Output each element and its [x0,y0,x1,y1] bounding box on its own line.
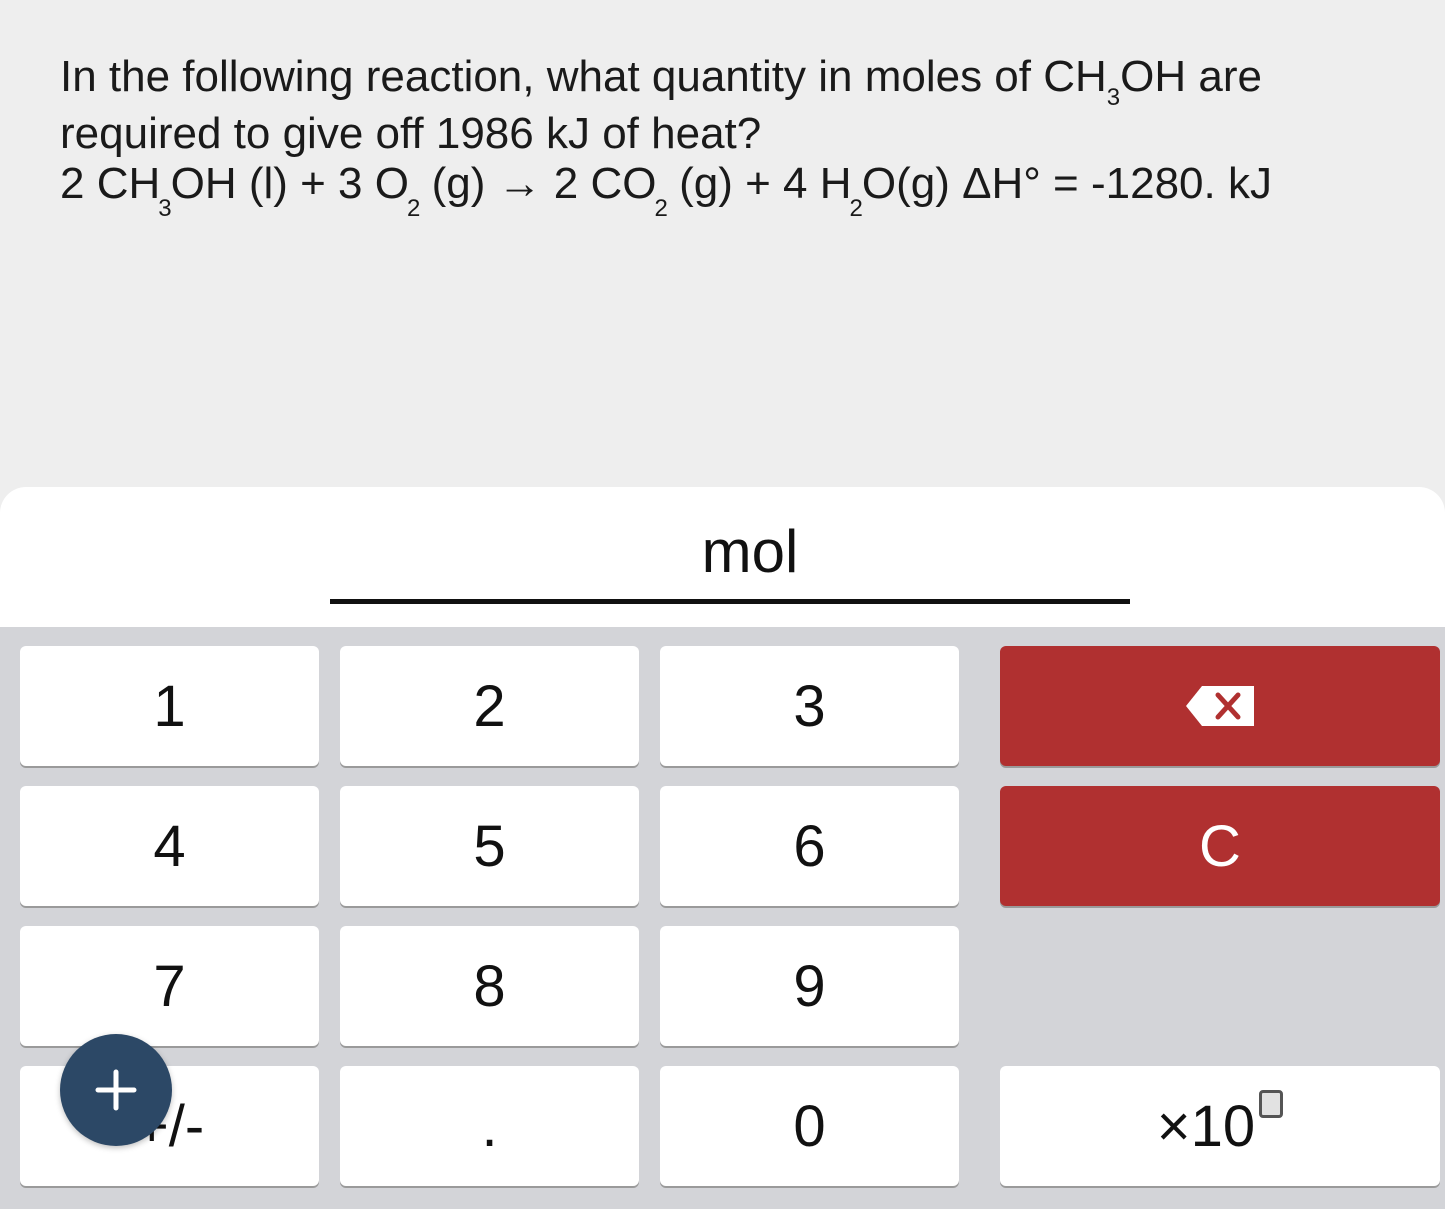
eq-part-5: O(g) ΔH° = -1280. kJ [861,159,1272,208]
eq-part-3: (g) → 2 CO [419,159,657,208]
question-text-part1: In the following reaction, what quantity… [60,52,1107,101]
question-line-1: In the following reaction, what quantity… [60,52,1400,111]
exponent-placeholder-icon [1259,1090,1284,1118]
clear-button[interactable]: C [1000,786,1440,906]
eq-sub-2: 2 [406,195,421,222]
unit-label: mol [701,518,799,585]
key-0[interactable]: 0 [660,1066,959,1186]
key-9[interactable]: 9 [660,926,959,1046]
eq-part-2: OH (l) + 3 O [170,159,409,208]
key-1[interactable]: 1 [20,646,319,766]
key-5[interactable]: 5 [340,786,639,906]
subscript-3: 3 [1106,84,1121,111]
question-text: In the following reaction, what quantity… [60,52,1400,222]
key-2[interactable]: 2 [340,646,639,766]
plus-icon [95,1069,137,1111]
keypad: 1 2 3 4 5 6 C 7 8 9 +/- . 0 ×10 [0,627,1445,1209]
eq-sub-1: 3 [158,195,172,222]
answer-input-line[interactable] [330,599,1130,604]
question-line-2: required to give off 1986 kJ of heat? [60,109,762,158]
key-4[interactable]: 4 [20,786,319,906]
key-6[interactable]: 6 [660,786,959,906]
plus-fab-button[interactable] [60,1034,172,1146]
eq-part-4: (g) + 4 H [666,159,852,208]
sci-prefix: ×10 [1156,1093,1256,1159]
question-text-part2: OH are [1120,52,1262,101]
eq-part-1: 2 CH [60,159,161,208]
key-8[interactable]: 8 [340,926,639,1046]
eq-sub-3: 2 [654,195,668,222]
scientific-notation-button[interactable]: ×10 [1000,1066,1440,1186]
eq-sub-4: 2 [849,195,863,222]
backspace-button[interactable] [1000,646,1440,766]
key-7[interactable]: 7 [20,926,319,1046]
decimal-button[interactable]: . [340,1066,639,1186]
backspace-icon [1186,686,1254,726]
key-3[interactable]: 3 [660,646,959,766]
reaction-equation: 2 CH3OH (l) + 3 O2 (g) → 2 CO2 (g) + 4 H… [60,159,1400,222]
